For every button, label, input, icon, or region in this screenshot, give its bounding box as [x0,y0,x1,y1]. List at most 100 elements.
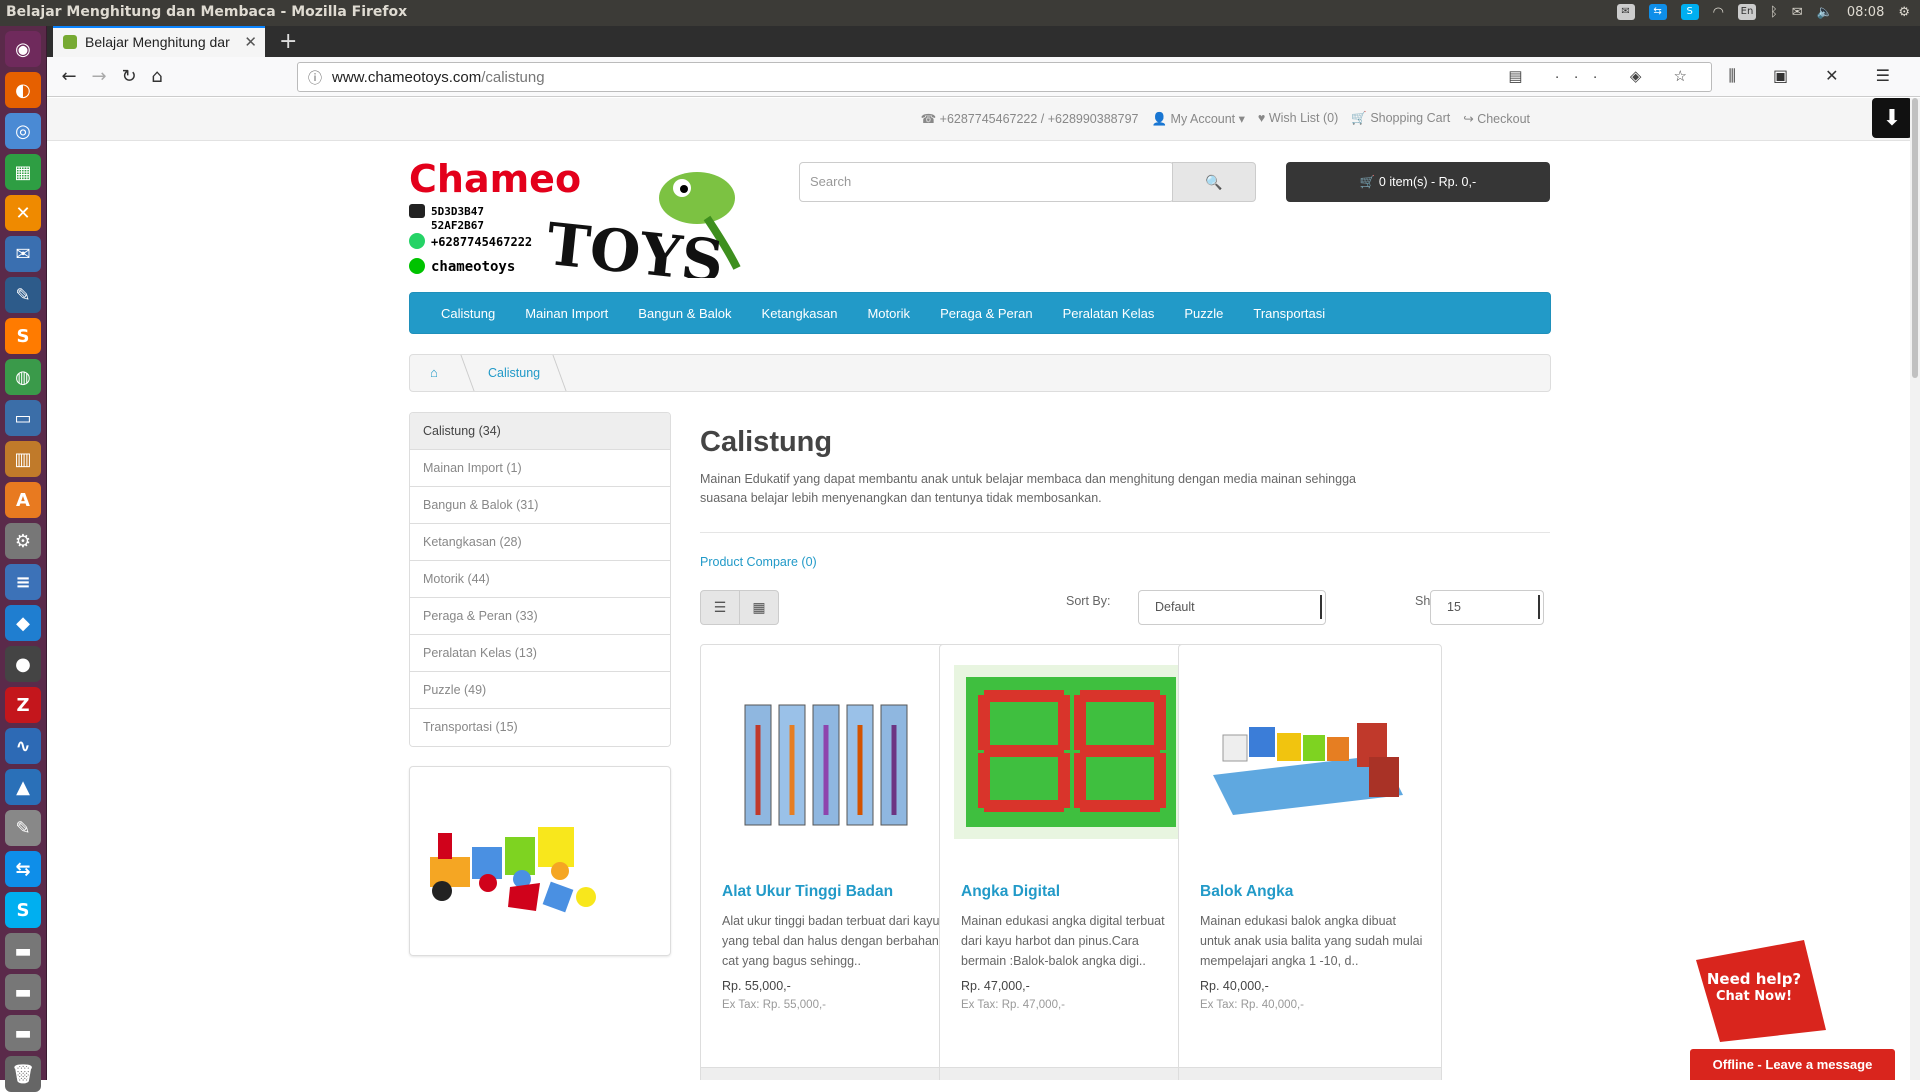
menu-item-motorik[interactable]: Motorik [852,293,925,333]
software-center-icon[interactable]: A [5,482,41,518]
home-icon[interactable]: ⌂ [145,65,169,89]
menu-item-peraga-peran[interactable]: Peraga & Peran [925,293,1048,333]
url-bar[interactable]: ⓘ www.chameotoys.com/calistung ▤ ··· ◈ ☆ [297,62,1712,92]
globe-icon[interactable]: ◍ [5,359,41,395]
sidebar-item-transportasi[interactable]: Transportasi (15) [410,709,670,746]
sidebar-item-puzzle[interactable]: Puzzle (49) [410,672,670,709]
wifi-icon[interactable]: ◠ [1713,5,1724,20]
window-title: Belajar Menghitung dan Membaca - Mozilla… [6,4,408,20]
product-name-link[interactable]: Balok Angka [1200,883,1293,901]
close-tab-icon[interactable]: ✕ [244,33,257,51]
scrollbar-thumb[interactable] [1912,98,1918,378]
system-monitor-icon[interactable]: ∿ [5,728,41,764]
download-arrow-icon[interactable]: ⬇ [1872,98,1912,138]
skype-tray-icon[interactable]: S [1680,4,1699,20]
product-actions[interactable] [701,1067,963,1080]
menu-item-peralatan-kelas[interactable]: Peralatan Kelas [1048,293,1170,333]
grid-view-icon[interactable]: ▦ [740,591,778,624]
chat-indicator-icon[interactable]: ✉ [1616,4,1635,20]
clock[interactable]: 08:08 [1847,5,1884,20]
wish-list-link[interactable]: ♥ Wish List (0) [1258,111,1338,127]
cart-button[interactable]: 🛒 0 item(s) - Rp. 0,- [1286,162,1550,202]
product-compare-link[interactable]: Product Compare (0) [700,555,1550,569]
product-image[interactable] [715,665,949,839]
product-name-link[interactable]: Alat Ukur Tinggi Badan [722,883,893,901]
promo-banner-train-toy[interactable] [409,766,671,956]
filezilla-icon[interactable]: Z [5,687,41,723]
shopping-cart-link[interactable]: 🛒 Shopping Cart [1351,111,1450,127]
network-tool-icon[interactable]: ✎ [5,277,41,313]
my-account-link[interactable]: 👤 My Account ▾ [1151,111,1244,127]
product-price: Rp. 40,000,- [1200,979,1269,993]
settings-gear-icon[interactable]: ⚙ [1898,5,1910,20]
menu-item-puzzle[interactable]: Puzzle [1169,293,1238,333]
text-document-icon[interactable]: ≡ [5,564,41,600]
volume-icon[interactable]: 🔈 [1817,5,1833,20]
firefox-icon[interactable]: ◐ [5,72,41,108]
bluetooth-icon[interactable]: ᛒ [1770,5,1778,20]
product-actions[interactable] [1179,1067,1441,1080]
site-info-icon[interactable]: ⓘ [308,68,322,88]
new-tab-icon[interactable]: + [279,29,297,54]
url-actions[interactable]: ▤ ··· ◈ ☆ [1508,67,1701,85]
sort-label: Sort By: [1066,594,1111,608]
ubuntu-dash-icon[interactable]: ◉ [5,31,41,67]
back-arrow-icon[interactable]: ← [57,65,81,89]
trash-icon[interactable]: 🗑 [5,1056,41,1092]
search-input[interactable]: Search [799,162,1174,202]
forward-arrow-icon[interactable]: → [87,65,111,89]
chromium-icon[interactable]: ◎ [5,113,41,149]
skype-icon[interactable]: S [5,892,41,928]
search-button[interactable]: 🔍 [1172,162,1256,202]
keyboard-layout-indicator[interactable]: En [1737,4,1756,20]
dropbox-icon[interactable]: ◆ [5,605,41,641]
offline-message-button[interactable]: Offline - Leave a message [1690,1049,1895,1080]
sublime-text-icon[interactable]: S [5,318,41,354]
vlc-icon[interactable]: ✕ [5,195,41,231]
sidebar-item-mainan-import[interactable]: Mainan Import (1) [410,450,670,487]
menu-item-transportasi[interactable]: Transportasi [1238,293,1340,333]
drive-icon[interactable]: ▬ [5,933,41,969]
menu-item-calistung[interactable]: Calistung [426,293,510,333]
teamviewer-icon[interactable]: ⇆ [5,851,41,887]
breadcrumb-home-icon[interactable]: ⌂ [430,365,438,380]
chameo-toys-logo[interactable]: Chameo 5D3D3B47 52AF2B67 +6287745467222 … [407,157,757,296]
product-name-link[interactable]: Angka Digital [961,883,1060,901]
teamviewer-tray-icon[interactable]: ⇆ [1648,4,1667,20]
product-image[interactable] [954,665,1188,839]
mail-icon[interactable]: ✉ [1792,5,1803,20]
sidebar-item-peraga-peran[interactable]: Peraga & Peran (33) [410,598,670,635]
page-scrollbar[interactable] [1910,98,1920,1080]
spreadsheet-icon[interactable]: ▦ [5,154,41,190]
reload-icon[interactable]: ↻ [117,65,141,89]
sidebar-item-calistung[interactable]: Calistung (34) [410,413,670,450]
browser-tab[interactable]: Belajar Menghitung dar ✕ [53,26,265,57]
webcam-icon[interactable]: ● [5,646,41,682]
product-ex-tax: Ex Tax: Rp. 47,000,- [961,999,1065,1011]
remote-desktop-icon[interactable]: ▭ [5,400,41,436]
app-triangle-icon[interactable]: ▲ [5,769,41,805]
chat-help-badge[interactable]: Need help? Chat Now! [1692,938,1830,1048]
sort-select[interactable]: Default [1138,590,1326,625]
sidebar-item-bangun-balok[interactable]: Bangun & Balok (31) [410,487,670,524]
product-image[interactable] [1193,665,1427,839]
checkout-link[interactable]: ↪ Checkout [1463,111,1530,127]
menu-item-mainan-import[interactable]: Mainan Import [510,293,623,333]
sidebar-item-motorik[interactable]: Motorik (44) [410,561,670,598]
thunderbird-icon[interactable]: ✉ [5,236,41,272]
sidebar-item-ketangkasan[interactable]: Ketangkasan (28) [410,524,670,561]
text-editor-icon[interactable]: ✎ [5,810,41,846]
toolbar-right-icons[interactable]: ⫼ ▣ ✕ ☰ [1729,66,1907,86]
list-view-icon[interactable]: ☰ [701,591,740,624]
drive-icon-2[interactable]: ▬ [5,974,41,1010]
phone-link[interactable]: ☎ +6287745467222 / +628990388797 [921,111,1139,127]
drive-icon-3[interactable]: ▬ [5,1015,41,1051]
show-limit-select[interactable]: 15 [1430,590,1544,625]
product-actions[interactable] [940,1067,1202,1080]
menu-item-bangun-balok[interactable]: Bangun & Balok [623,293,746,333]
menu-item-ketangkasan[interactable]: Ketangkasan [747,293,853,333]
sidebar-item-peralatan-kelas[interactable]: Peralatan Kelas (13) [410,635,670,672]
breadcrumb-current[interactable]: Calistung [488,366,540,380]
filezilla-grid-icon[interactable]: ▥ [5,441,41,477]
system-settings-icon[interactable]: ⚙ [5,523,41,559]
